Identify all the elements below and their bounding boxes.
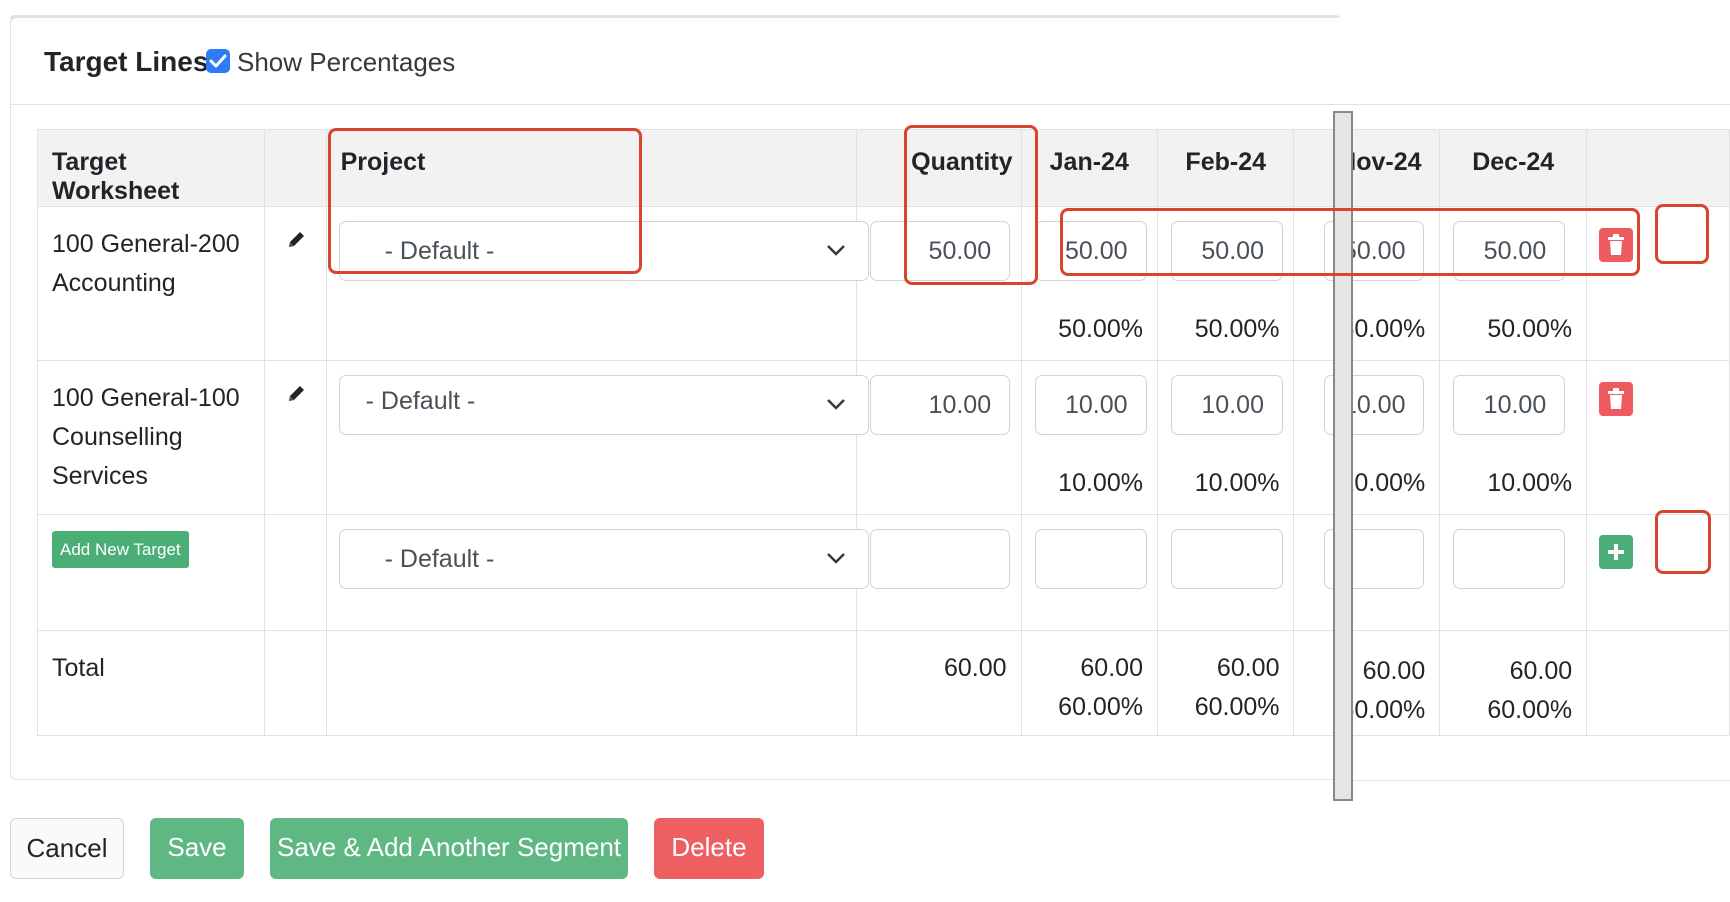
project-select[interactable]: - Default - — [338, 375, 869, 435]
delete-row-button[interactable] — [1599, 382, 1634, 416]
percent-feb: 10.00% — [1194, 469, 1280, 497]
header-divider-extension — [1340, 104, 1730, 105]
save-add-segment-button[interactable]: Save & Add Another Segment — [270, 818, 628, 879]
percent-jan: 10.00% — [1058, 469, 1143, 497]
month-input-jan[interactable]: 10.00 — [1034, 375, 1147, 435]
quantity-input[interactable] — [870, 529, 1011, 589]
month-input-jan[interactable] — [1034, 529, 1147, 589]
add-row-button[interactable] — [1599, 535, 1634, 569]
table-header-row: Target Worksheet Project Quantity Jan-24… — [37, 129, 1730, 207]
total-jan: 60.00 60.00% — [1058, 654, 1143, 721]
pencil-icon[interactable] — [285, 229, 307, 258]
percent-feb: 50.00% — [1194, 315, 1280, 343]
percent-nov: 10.00% — [1340, 469, 1426, 497]
chevron-down-icon — [826, 245, 845, 256]
month-input-feb[interactable]: 10.00 — [1170, 375, 1283, 435]
new-target-row: Add New Target - Default - — [37, 514, 1730, 631]
project-select-value: - Default - — [384, 545, 495, 573]
delete-button[interactable]: Delete — [654, 818, 764, 879]
check-icon — [209, 54, 227, 68]
percent-dec: 10.00% — [1487, 469, 1573, 497]
total-dec: 60.00 60.00% — [1487, 657, 1573, 724]
project-select[interactable]: - Default - — [338, 529, 869, 589]
project-select-value: - Default - — [365, 387, 476, 415]
highlight-project — [328, 128, 642, 274]
trash-icon — [1608, 388, 1625, 409]
worksheet-name: 100 General-100 Counselling Services — [52, 384, 240, 490]
highlight-delete — [1655, 204, 1709, 264]
add-new-target-button[interactable]: Add New Target — [52, 531, 189, 568]
percent-nov: 50.00% — [1340, 315, 1426, 343]
percent-jan: 50.00% — [1058, 315, 1143, 343]
show-percentages-label[interactable]: Show Percentages — [237, 47, 455, 78]
card-header: Target Lines Show Percentages — [11, 18, 1711, 105]
section-title: Target Lines — [44, 46, 209, 77]
col-target-worksheet: Target Worksheet — [37, 129, 265, 207]
col-actions — [1586, 129, 1730, 207]
save-button[interactable]: Save — [150, 818, 244, 879]
total-nov: 60.00 60.00% — [1340, 657, 1426, 724]
chevron-down-icon — [826, 553, 845, 564]
card-bottom-extension — [1340, 780, 1730, 781]
worksheet-name: 100 General-200 Accounting — [52, 230, 240, 297]
highlight-quantity — [904, 125, 1038, 285]
total-row: Total 60.00 60.00 60.00% 60.00 60.00% 60.0… — [37, 630, 1730, 736]
show-percentages-checkbox[interactable] — [206, 49, 230, 73]
plus-icon — [1608, 544, 1625, 560]
table-row: 100 General-100 Counselling Services - D… — [37, 360, 1730, 515]
total-quantity: 60.00 — [943, 654, 1007, 682]
quantity-input[interactable]: 10.00 — [870, 375, 1011, 435]
col-edit — [263, 129, 327, 207]
col-nov-24: Nov-24 — [1293, 129, 1441, 207]
pencil-icon[interactable] — [285, 383, 307, 412]
total-feb: 60.00 60.00% — [1194, 654, 1280, 721]
month-input-dec[interactable]: 10.00 — [1453, 375, 1566, 435]
highlight-add — [1655, 510, 1711, 574]
total-label: Total — [52, 654, 105, 682]
col-jan-24: Jan-24 — [1020, 129, 1158, 207]
col-dec-24: Dec-24 — [1439, 129, 1588, 207]
month-input-feb[interactable] — [1170, 529, 1283, 589]
cancel-button[interactable]: Cancel — [10, 818, 124, 879]
chevron-down-icon — [826, 399, 845, 410]
highlight-months — [1060, 208, 1640, 276]
col-feb-24: Feb-24 — [1156, 129, 1295, 207]
percent-dec: 50.00% — [1487, 315, 1573, 343]
month-input-dec[interactable] — [1453, 529, 1566, 589]
